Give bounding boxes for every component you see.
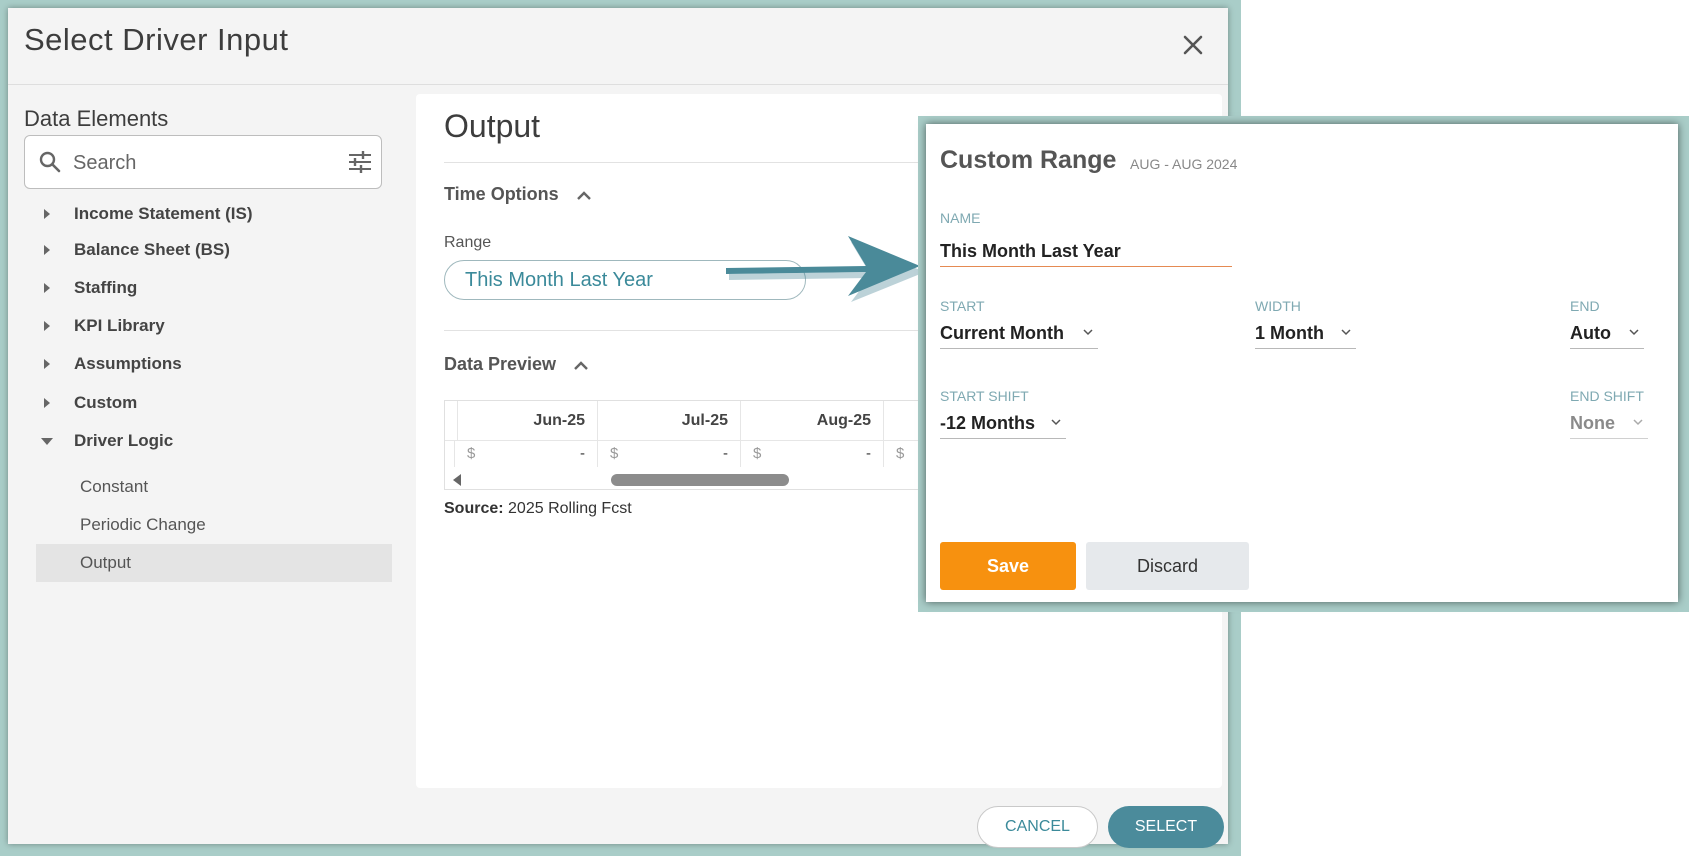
- column-header: Aug-25: [741, 401, 884, 441]
- data-preview-toggle[interactable]: Data Preview: [444, 354, 590, 375]
- width-label: WIDTH: [1255, 298, 1301, 314]
- source-label: Source:: [444, 500, 504, 517]
- tree-item-balance-sheet[interactable]: Balance Sheet (BS): [40, 235, 230, 265]
- width-value: 1 Month: [1255, 322, 1324, 343]
- chevron-down-icon: [1633, 419, 1643, 426]
- start-shift-label: START SHIFT: [940, 388, 1029, 404]
- caret-right-icon: [44, 209, 50, 219]
- tree-item-label: Custom: [74, 393, 138, 412]
- table-cell: [445, 441, 455, 467]
- table-cell: $ -: [455, 441, 598, 467]
- filter-settings-icon[interactable]: [347, 150, 373, 174]
- name-input[interactable]: [940, 236, 1232, 267]
- column-header: Jun-25: [455, 401, 598, 441]
- close-button[interactable]: [1176, 28, 1210, 62]
- custom-range-popup-frame: Custom Range AUG - AUG 2024 NAME START C…: [918, 116, 1689, 612]
- table-cell: $ -: [598, 441, 741, 467]
- tree-item-label: Balance Sheet (BS): [74, 240, 230, 259]
- cancel-button[interactable]: CANCEL: [977, 806, 1098, 848]
- data-preview-label: Data Preview: [444, 354, 557, 374]
- cell-value: -: [723, 445, 728, 462]
- chevron-down-icon: [1629, 329, 1639, 336]
- caret-right-icon: [44, 283, 50, 293]
- tree-item-periodic-change[interactable]: Periodic Change: [36, 506, 392, 544]
- data-preview-table: Jun-25 Jul-25 Aug-25 $ - $ - $ - $: [444, 400, 924, 490]
- tree-item-output[interactable]: Output: [36, 544, 392, 582]
- currency-symbol: $: [467, 445, 476, 462]
- tree-item-label: Driver Logic: [74, 431, 174, 450]
- source-value: 2025 Rolling Fcst: [508, 500, 632, 517]
- width-select[interactable]: 1 Month: [1255, 318, 1356, 349]
- dialog-title: Select Driver Input: [24, 22, 289, 57]
- tree-item-staffing[interactable]: Staffing: [40, 273, 137, 303]
- end-shift-value: None: [1570, 412, 1615, 433]
- time-options-label: Time Options: [444, 184, 559, 204]
- column-header: Jul-25: [598, 401, 741, 441]
- cell-value: -: [866, 445, 871, 462]
- end-select[interactable]: Auto: [1570, 318, 1644, 349]
- caret-right-icon: [44, 359, 50, 369]
- tree-item-custom[interactable]: Custom: [40, 388, 137, 418]
- table-cell: $ -: [741, 441, 884, 467]
- horizontal-scrollbar[interactable]: [611, 474, 789, 486]
- discard-button[interactable]: Discard: [1086, 542, 1249, 590]
- start-shift-value: -12 Months: [940, 412, 1036, 433]
- tree-item-label: Income Statement (IS): [74, 204, 253, 223]
- chevron-down-icon: [1051, 419, 1061, 426]
- end-value: Auto: [1570, 322, 1611, 343]
- name-label: NAME: [940, 210, 981, 226]
- chevron-down-icon: [1083, 329, 1093, 336]
- tree-item-label: Assumptions: [74, 354, 182, 373]
- search-icon: [39, 151, 61, 173]
- title-divider: [8, 84, 1228, 85]
- scroll-left-icon[interactable]: [451, 473, 463, 487]
- start-label: START: [940, 298, 985, 314]
- callout-arrow-icon: [726, 236, 925, 302]
- start-value: Current Month: [940, 322, 1064, 343]
- time-options-toggle[interactable]: Time Options: [444, 184, 593, 205]
- caret-right-icon: [44, 321, 50, 331]
- chevron-down-icon: [1341, 329, 1351, 336]
- currency-symbol: $: [753, 445, 762, 462]
- tree-item-assumptions[interactable]: Assumptions: [40, 349, 182, 379]
- search-box: [24, 135, 382, 189]
- output-title: Output: [444, 108, 541, 144]
- tree-item-kpi-library[interactable]: KPI Library: [40, 311, 165, 341]
- tree-item-constant[interactable]: Constant: [36, 468, 392, 506]
- cell-value: -: [580, 445, 585, 462]
- end-shift-select[interactable]: None: [1570, 408, 1648, 439]
- custom-range-title: Custom Range: [940, 146, 1117, 174]
- start-shift-select[interactable]: -12 Months: [940, 408, 1066, 439]
- data-elements-heading: Data Elements: [24, 106, 169, 131]
- search-input[interactable]: [71, 146, 315, 180]
- range-label: Range: [444, 234, 492, 251]
- custom-range-subtitle: AUG - AUG 2024: [1130, 156, 1238, 172]
- tree-item-label: Staffing: [74, 278, 138, 297]
- caret-right-icon: [44, 398, 50, 408]
- end-shift-label: END SHIFT: [1570, 388, 1644, 404]
- caret-down-icon: [41, 438, 53, 445]
- currency-symbol: $: [610, 445, 619, 462]
- currency-symbol: $: [896, 445, 905, 462]
- start-select[interactable]: Current Month: [940, 318, 1098, 349]
- tree-item-income-statement[interactable]: Income Statement (IS): [40, 199, 253, 229]
- custom-range-popup: Custom Range AUG - AUG 2024 NAME START C…: [926, 124, 1678, 602]
- chevron-up-icon: [574, 360, 588, 370]
- save-button[interactable]: Save: [940, 542, 1076, 590]
- tree-item-driver-logic[interactable]: Driver Logic: [40, 426, 173, 456]
- caret-right-icon: [44, 245, 50, 255]
- tree-item-label: KPI Library: [74, 316, 165, 335]
- select-button[interactable]: SELECT: [1108, 806, 1224, 848]
- source-line: Source: 2025 Rolling Fcst: [444, 500, 632, 518]
- chevron-up-icon: [576, 190, 591, 200]
- close-icon: [1183, 35, 1203, 55]
- end-label: END: [1570, 298, 1600, 314]
